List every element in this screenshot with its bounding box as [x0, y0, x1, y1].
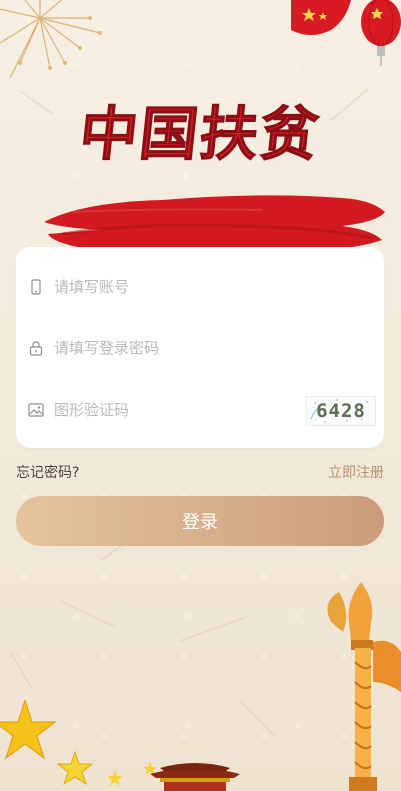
- pillar-decoration: [327, 582, 401, 791]
- lock-icon: [29, 341, 43, 356]
- captcha-image[interactable]: 6428: [306, 396, 376, 426]
- password-row: [16, 318, 384, 378]
- login-button[interactable]: 登录: [16, 496, 384, 546]
- svg-text:中国扶贫: 中国扶贫: [76, 100, 323, 168]
- title-logo: 中国扶贫: [76, 100, 324, 169]
- forgot-password-link[interactable]: 忘记密码?: [16, 462, 79, 482]
- login-form-card: 6428: [16, 247, 384, 448]
- account-row: [16, 257, 384, 317]
- account-input[interactable]: [54, 278, 284, 296]
- phone-icon: [31, 279, 41, 295]
- form-links: 忘记密码? 立即注册: [16, 462, 384, 482]
- image-icon: [28, 403, 44, 417]
- stars-decoration: [0, 700, 157, 786]
- flag-decoration: [291, 0, 401, 66]
- captcha-input[interactable]: [54, 401, 254, 419]
- tiananmen-roof-decoration: [150, 763, 240, 791]
- register-link[interactable]: 立即注册: [328, 462, 384, 482]
- firework-decoration: [0, 0, 102, 79]
- captcha-code: 6428: [316, 400, 366, 422]
- password-input[interactable]: [54, 339, 284, 357]
